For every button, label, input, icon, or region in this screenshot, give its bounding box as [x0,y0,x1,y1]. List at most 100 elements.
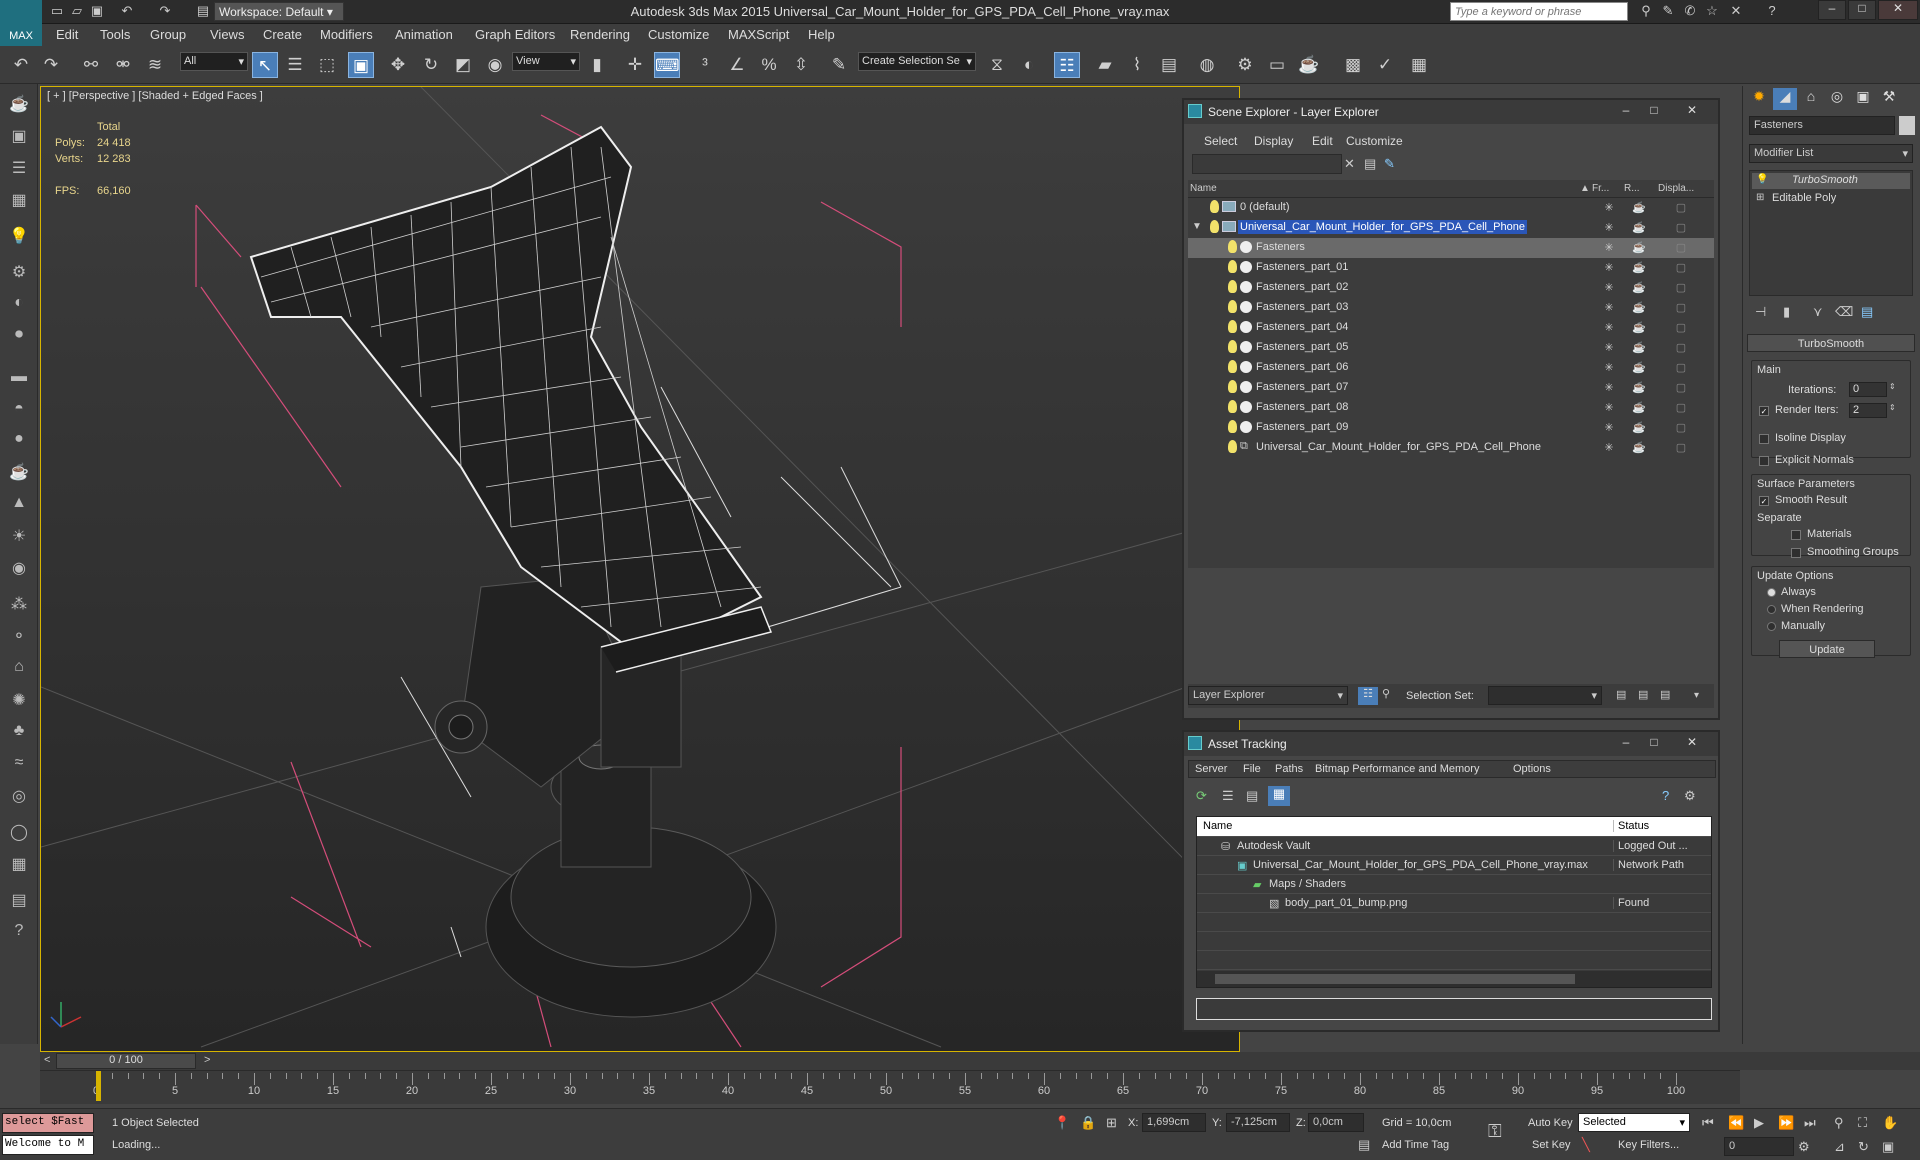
visibility-bulb-icon[interactable] [1228,260,1237,273]
render-teapot-icon[interactable]: ☕ [1632,261,1646,274]
modifier-list-dropdown[interactable]: Modifier List ▾ [1749,144,1913,163]
se-menu-customize[interactable]: Customize [1346,134,1403,148]
placement-icon[interactable]: ◉ [482,52,508,78]
stack-expand-icon[interactable]: ⊞ [1756,192,1764,203]
freeze-icon[interactable]: ✳ [1602,381,1616,394]
set-key-icon[interactable]: ╲ [1582,1137,1590,1153]
field-of-view-icon[interactable]: ⊿ [1834,1139,1845,1155]
keyboard-shortcut-override-icon[interactable]: ⌨ [654,52,680,78]
se-menu-select[interactable]: Select [1204,134,1237,148]
object-row[interactable]: Fasteners_part_02 ✳ ☕ ▢ [1188,278,1714,298]
create-tab-icon[interactable]: ✹ [1747,88,1771,110]
at-close-button[interactable]: ✕ [1680,735,1704,752]
layer-explorer-mode-icon[interactable]: ☷ [1358,687,1378,705]
modifier-stack[interactable]: 💡 TurboSmooth ⊞ Editable Poly [1749,170,1913,296]
snaps-toggle-icon[interactable]: ³ [692,52,718,78]
display-tab-icon[interactable]: ▣ [1851,88,1875,110]
freeze-icon[interactable]: ✳ [1602,361,1616,374]
ribbon-toggle-icon[interactable]: ▦ [1406,52,1432,78]
materials-checkbox[interactable] [1791,530,1801,540]
torus-icon[interactable]: ◉ [6,558,32,582]
at-menu-server[interactable]: Server [1195,763,1227,775]
refresh-icon[interactable]: ⟳ [1196,788,1207,804]
visibility-bulb-icon[interactable] [1228,400,1237,413]
sort-arrow-icon[interactable]: ▲ [1580,183,1590,194]
save-icon[interactable]: ▣ [88,3,106,21]
selection-set-icon-2[interactable]: ▤ [1638,688,1648,701]
project-folder-icon[interactable]: ▤ [194,3,212,21]
detail-view-icon[interactable]: ▤ [1246,788,1258,804]
minimize-button[interactable]: – [1818,0,1846,20]
object-row[interactable]: Fasteners_part_06 ✳ ☕ ▢ [1188,358,1714,378]
rotate-icon[interactable]: ↻ [418,52,444,78]
undo-icon[interactable]: ↶ [118,3,136,21]
workspace-dropdown[interactable]: Workspace: Default ▾ [214,2,344,21]
auto-key-button[interactable]: Auto Key [1528,1117,1573,1129]
maxscript-output[interactable]: Welcome to M [2,1135,94,1155]
undo-tool-icon[interactable]: ↶ [8,52,34,78]
table-view-icon[interactable]: ▦ [1268,786,1290,806]
object-row[interactable]: Fasteners_part_04 ✳ ☕ ▢ [1188,318,1714,338]
pan-icon[interactable]: ✋ [1882,1115,1898,1131]
at-menu-bitmap-performance[interactable]: Bitmap Performance and Memory [1315,763,1479,775]
favorites-star-icon[interactable]: ☆ [1702,3,1722,21]
render-teapot-icon[interactable]: ☕ [1632,421,1646,434]
key-filters-button[interactable]: Key Filters... [1618,1139,1679,1151]
go-to-start-icon[interactable]: ⏮ [1702,1115,1714,1131]
object-color-swatch[interactable] [1899,116,1915,135]
gear-icon[interactable]: ✺ [6,690,32,714]
app-logo[interactable]: MAX [0,0,42,46]
video-icon[interactable]: ⏺ [6,326,32,350]
particles-icon[interactable]: ⁂ [6,594,32,618]
window-crossing-icon[interactable]: ▣ [348,52,374,78]
freeze-icon[interactable]: ✳ [1602,441,1616,454]
move-icon[interactable]: ✥ [385,52,411,78]
panel-maximize-button[interactable]: □ [1642,103,1666,120]
smooth-result-checkbox[interactable]: ✓ [1759,496,1769,506]
isolate-icon[interactable]: 📍 [1054,1115,1070,1131]
visibility-bulb-icon[interactable] [1228,300,1237,313]
hierarchy-icon[interactable]: ⌂ [6,658,32,682]
display-box-icon[interactable]: ▢ [1674,361,1688,374]
layer-manager-icon[interactable]: ▰ [1092,52,1118,78]
make-unique-icon[interactable]: ⋎ [1813,304,1823,320]
at-menu-options[interactable]: Options [1513,763,1551,775]
asset-path-field[interactable] [1196,998,1712,1020]
maxscript-listener-input[interactable]: select $Fast [2,1113,94,1133]
time-config-icon[interactable]: ⚙ [1798,1139,1810,1155]
menu-create[interactable]: Create [263,27,302,42]
redo-tool-icon[interactable]: ↷ [38,52,64,78]
menu-group[interactable]: Group [150,27,186,42]
reference-coordinate-dropdown[interactable]: View ▾ [512,52,580,71]
subscription-icon[interactable]: ✎ [1658,3,1678,21]
display-box-icon[interactable]: ▢ [1674,221,1688,234]
open-file-icon[interactable]: ▱ [68,3,86,21]
freeze-icon[interactable]: ✳ [1602,401,1616,414]
help-circle-icon[interactable]: ? [6,922,32,946]
render-teapot-icon[interactable]: ☕ [1632,381,1646,394]
scale-icon[interactable]: ◩ [450,52,476,78]
render-iters-spin-arrows[interactable]: ⇕ [1889,403,1896,412]
se-menu-edit[interactable]: Edit [1312,134,1333,148]
add-to-layer-icon[interactable]: ✎ [1384,156,1395,172]
y-coord-field[interactable]: -7,125cm [1226,1113,1290,1132]
clear-search-icon[interactable]: ✕ [1344,156,1355,172]
always-radio[interactable] [1767,588,1776,597]
curve-editor-icon[interactable]: ⌇ [1124,52,1150,78]
list-view-icon[interactable]: ☰ [1222,788,1234,804]
zoom-icon[interactable]: ⚲ [1834,1115,1844,1131]
at-settings-icon[interactable]: ⚙ [1684,788,1696,804]
footer-menu-arrow-icon[interactable]: ▾ [1694,690,1699,701]
render-iters-checkbox[interactable]: ✓ [1759,406,1769,416]
toggle-scene-explorer-icon[interactable]: ☷ [1054,52,1080,78]
link-icon[interactable]: ⚯ [78,52,104,78]
teapot-primitive-icon[interactable]: ☕ [6,462,32,486]
show-end-result-icon[interactable]: ▮ [1783,304,1790,320]
configure-sets-icon[interactable]: ▤ [1861,304,1873,320]
at-help-icon[interactable]: ? [1662,788,1669,803]
box-primitive-icon[interactable]: ▬ [6,368,32,392]
hemisphere-icon[interactable]: ◓ [6,400,32,424]
menu-animation[interactable]: Animation [395,27,453,42]
panel-minimize-button[interactable]: – [1614,103,1638,120]
previous-frame-icon[interactable]: ⏪ [1728,1115,1744,1131]
